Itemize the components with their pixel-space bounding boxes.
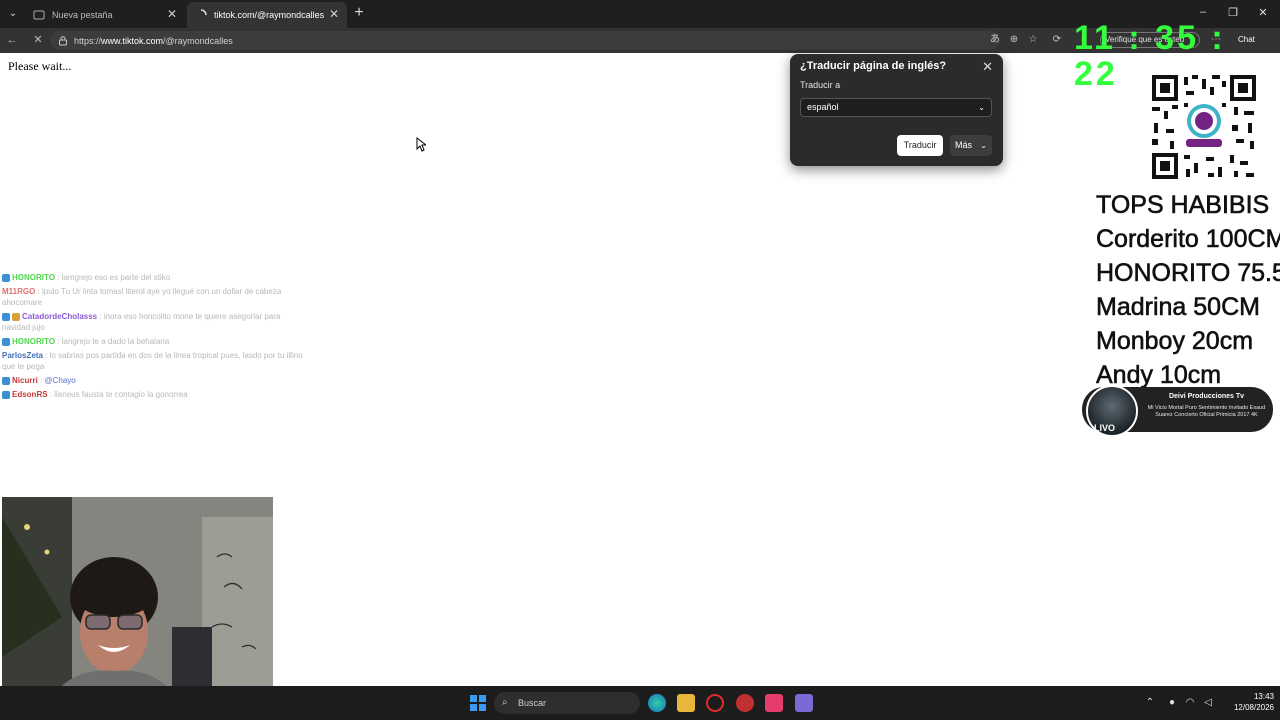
close-tab-icon[interactable]: ✕ — [329, 8, 339, 20]
chat-username: CatadordeCholasss — [22, 312, 98, 321]
tops-entry: Monboy 20cm — [1096, 327, 1254, 356]
new-tab-button[interactable]: + — [350, 4, 368, 22]
badge-icon — [2, 273, 10, 282]
url-path: /@raymondcalles — [163, 35, 233, 46]
chat-text: langrejo te a dado la behalaria — [61, 337, 170, 346]
chat-message: HONORITO : langrejo te a dado la behalar… — [2, 336, 307, 347]
chevron-down-icon: ⌄ — [978, 103, 985, 112]
edge-browser-icon[interactable] — [648, 694, 666, 712]
tab-list-button[interactable]: ⌄ — [4, 5, 22, 23]
chat-message: EdsonRS : llaneus fausta te contagio la … — [2, 389, 307, 400]
chevron-up-icon[interactable]: ⌃ — [1143, 696, 1157, 710]
tops-entry: Corderito 100CM — [1096, 225, 1280, 254]
taskbar-search[interactable]: ⌕ Buscar — [494, 692, 640, 714]
obs-app-icon[interactable] — [795, 694, 813, 712]
chat-text: @Chayo — [44, 376, 76, 385]
badge-icon — [2, 390, 10, 399]
back-icon[interactable]: ← — [4, 32, 20, 48]
badge-icon — [12, 312, 20, 321]
chat-username: EdsonRS — [12, 390, 48, 399]
chevron-down-icon: ⌄ — [980, 141, 987, 150]
loading-message: Please wait... — [8, 59, 72, 73]
url-scheme: https:// — [74, 35, 102, 46]
translate-target-label: Traducir a — [800, 80, 841, 90]
chat-username: HONORITO — [12, 273, 55, 282]
tiktok-app-icon[interactable] — [765, 694, 783, 712]
microphone-icon[interactable]: ● — [1165, 696, 1179, 710]
chat-message: M11RGO : lpulo Tu Ur linta tomasl litero… — [2, 287, 282, 307]
file-explorer-icon[interactable] — [677, 694, 695, 712]
chat-username: HONORITO — [12, 337, 55, 346]
volume-icon[interactable]: ◁ — [1201, 696, 1215, 710]
mouse-cursor-icon — [416, 137, 426, 152]
restore-icon[interactable]: ❐ — [1223, 6, 1243, 19]
close-window-icon[interactable]: ✕ — [1253, 6, 1273, 19]
badge-icon — [2, 312, 10, 321]
opera-icon[interactable] — [706, 694, 724, 712]
stop-loading-icon[interactable]: ✕ — [30, 32, 46, 48]
live-label: LIVO — [1094, 423, 1116, 433]
chat-username: M11RGO — [2, 287, 36, 296]
more-label: Más — [955, 140, 973, 150]
wifi-icon[interactable]: ◠ — [1183, 696, 1197, 710]
now-playing-thumbnail: LIVO — [1086, 385, 1138, 437]
minimize-icon[interactable]: – — [1193, 6, 1213, 18]
new-tab-page-icon — [33, 10, 45, 20]
chat-message: CatadordeCholasss : inora eso honcolito … — [2, 312, 281, 332]
chat-text: lamgrejo eso es parte del stiko — [61, 273, 171, 282]
now-playing-song: Mi Vicio Mortal Puro Sentimiento Invitad… — [1147, 405, 1266, 418]
tab-new-tab[interactable]: Nueva pestaña ✕ — [25, 2, 185, 28]
tab-label: tiktok.com/@raymondcalles — [214, 10, 325, 20]
chat-message: ParlosZeta : lo sabrias pos partida en d… — [2, 351, 303, 371]
clock-date: 12/08/2026 — [1233, 703, 1274, 712]
now-playing-widget: LIVO Deivi Producciones Tv Mi Vicio Mort… — [1082, 385, 1273, 437]
clock-time: 13:43 — [1253, 692, 1274, 701]
translate-button[interactable]: Traducir — [897, 135, 943, 156]
now-playing-channel: Deivi Producciones Tv — [1168, 393, 1245, 400]
url-text: https://www.tiktok.com/@raymondcalles — [74, 36, 233, 46]
start-windows-icon[interactable] — [469, 694, 487, 712]
webcam-feed — [2, 497, 273, 716]
tops-leaderboard: TOPS HABIBIS Corderito 100CM HONORITO 75… — [1096, 188, 1280, 392]
translate-popup-title: ¿Traducir página de inglés? — [800, 60, 947, 72]
extensions-icon[interactable]: ⟳ — [1049, 32, 1065, 48]
chat-text: llaneus fausta te contagio la gonorrea — [54, 390, 188, 399]
translate-icon[interactable]: あ — [987, 32, 1003, 48]
chat-username: Nicurri — [12, 376, 38, 385]
url-host: www.tiktok.com — [101, 35, 164, 46]
favorite-star-icon[interactable]: ☆ — [1025, 32, 1041, 48]
close-tab-icon[interactable]: ✕ — [167, 8, 177, 20]
translate-popup: ¿Traducir página de inglés? ✕ Traducir a… — [790, 54, 1003, 166]
loading-spinner-icon — [200, 9, 207, 16]
chat-overlay: HONORITO : lamgrejo eso es parte del sti… — [2, 272, 307, 403]
chat-text: lpulo Tu Ur linta tomasl literol aye yo … — [2, 287, 282, 307]
close-icon[interactable]: ✕ — [982, 59, 993, 75]
windows-taskbar: ⌕ Buscar ⌃ ● ◠ ◁ 13:43 12/08/2026 — [0, 686, 1280, 720]
more-options-button[interactable]: Más ⌄ — [950, 135, 992, 156]
app-icon[interactable] — [736, 694, 754, 712]
zoom-icon[interactable]: ⊕ — [1006, 32, 1022, 48]
overlay-clock: 11 : 35 : 22 — [1074, 19, 1226, 93]
tops-title: TOPS HABIBIS — [1096, 191, 1270, 220]
search-icon: ⌕ — [502, 697, 508, 708]
qr-code-image — [1150, 73, 1258, 181]
chat-message: HONORITO : lamgrejo eso es parte del sti… — [2, 272, 307, 283]
system-clock[interactable]: 13:43 12/08/2026 — [1224, 691, 1274, 713]
tab-label: Nueva pestaña — [52, 10, 113, 20]
site-info-icon[interactable] — [58, 35, 68, 46]
selected-language: español — [807, 102, 839, 112]
badge-icon — [2, 376, 10, 385]
tops-entry: Madrina 50CM — [1096, 293, 1260, 322]
address-bar[interactable]: https://www.tiktok.com/@raymondcalles — [50, 31, 1000, 50]
search-placeholder: Buscar — [518, 698, 547, 708]
chat-message: Nicurri : @Chayo — [2, 375, 307, 386]
badge-icon — [2, 337, 10, 346]
tab-tiktok[interactable]: tiktok.com/@raymondcalles ✕ — [187, 2, 347, 28]
language-select[interactable]: español ⌄ — [800, 98, 992, 117]
chat-username: ParlosZeta — [2, 351, 43, 360]
tops-entry: HONORITO 75.5CM — [1096, 259, 1280, 288]
